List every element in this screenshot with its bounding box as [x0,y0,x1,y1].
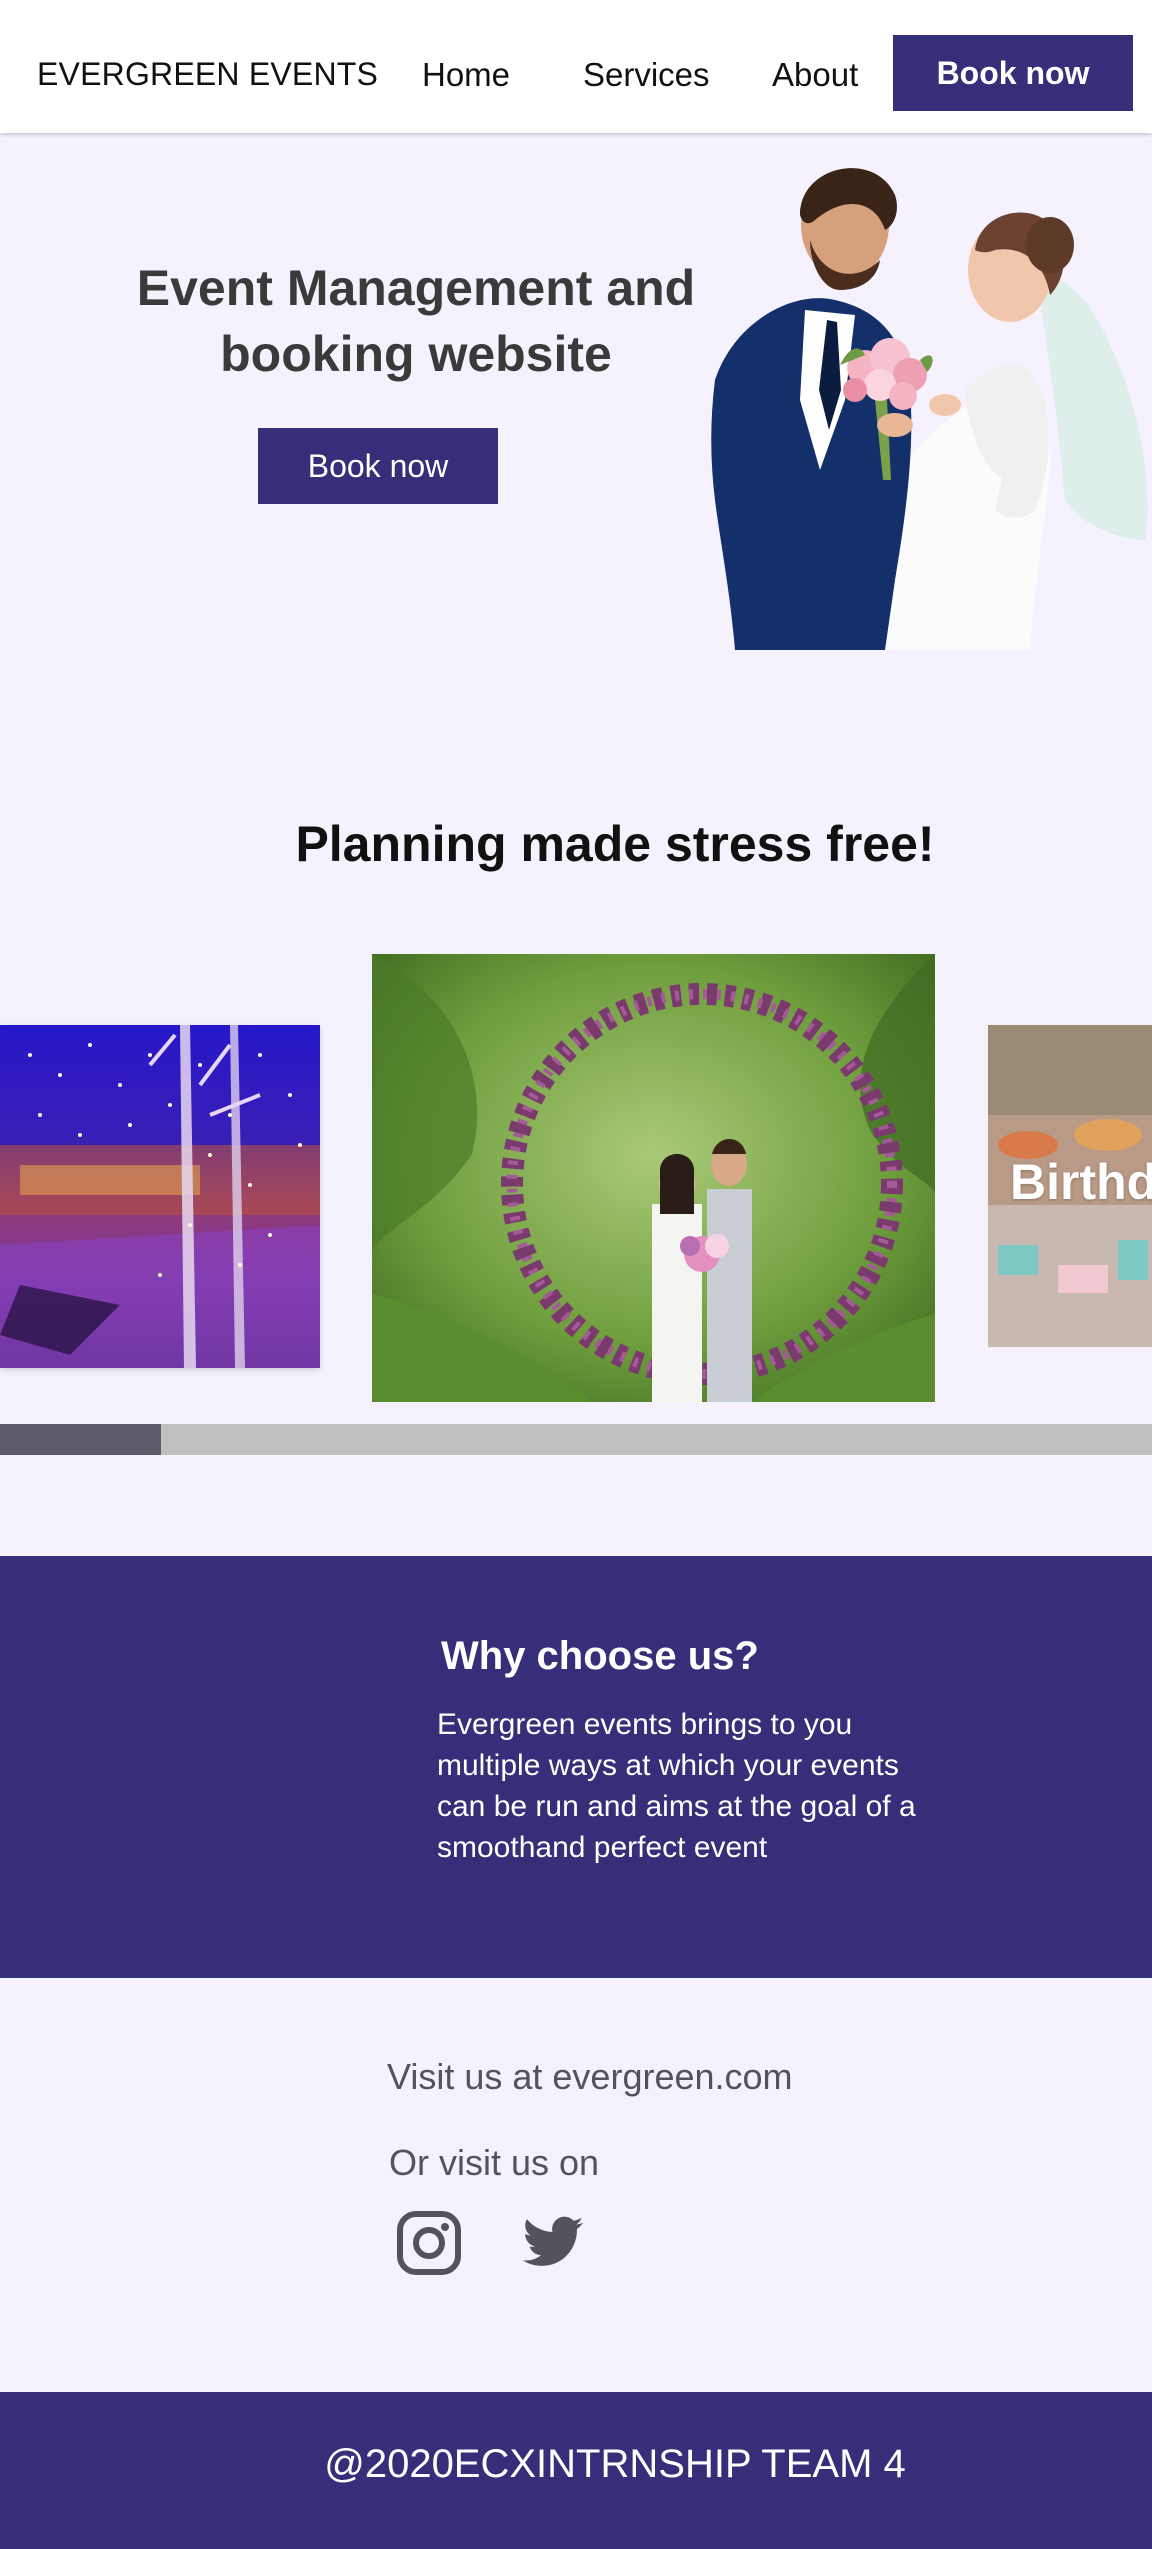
planning-section-title: Planning made stress free! [295,816,935,872]
page: EVERGREEN EVENTS Home Services About Boo… [0,0,1152,2549]
visit-social-text: Or visit us on [389,2142,600,2183]
hero-book-now-button[interactable]: Book now [258,428,498,504]
hero-title: Event Management and booking website [136,260,696,382]
wedding-couple-photo [705,140,1152,650]
nav-link-home[interactable]: Home [422,56,510,94]
nav-book-now-button[interactable]: Book now [893,35,1133,111]
lights-venue-photo[interactable] [0,1025,320,1368]
carousel-scrollbar[interactable] [0,1424,1152,1455]
top-navbar: EVERGREEN EVENTS Home Services About Boo… [0,0,1152,133]
footer-text: @2020ECXINTRNSHIP TEAM 4 [324,2442,906,2486]
birthday-slide-label: Birthd [1010,1154,1152,1210]
carousel-scrollbar-thumb[interactable] [0,1424,162,1455]
brand-logo-text[interactable]: EVERGREEN EVENTS [37,56,378,93]
wedding-arch-photo[interactable] [372,954,935,1402]
birthday-photo[interactable]: Birthd [988,1025,1152,1347]
twitter-icon[interactable] [520,2210,586,2276]
nav-link-services[interactable]: Services [583,56,710,94]
why-description: Evergreen events brings to you multiple … [437,1708,916,1864]
visit-website-text: Visit us at evergreen.com [387,2056,793,2097]
page-footer: @2020ECXINTRNSHIP TEAM 4 [0,2392,1152,2549]
nav-link-about[interactable]: About [772,56,858,94]
why-title: Why choose us? [441,1634,759,1678]
why-choose-us-section: Why choose us? Evergreen events brings t… [0,1556,1152,1978]
instagram-icon[interactable] [396,2210,462,2276]
